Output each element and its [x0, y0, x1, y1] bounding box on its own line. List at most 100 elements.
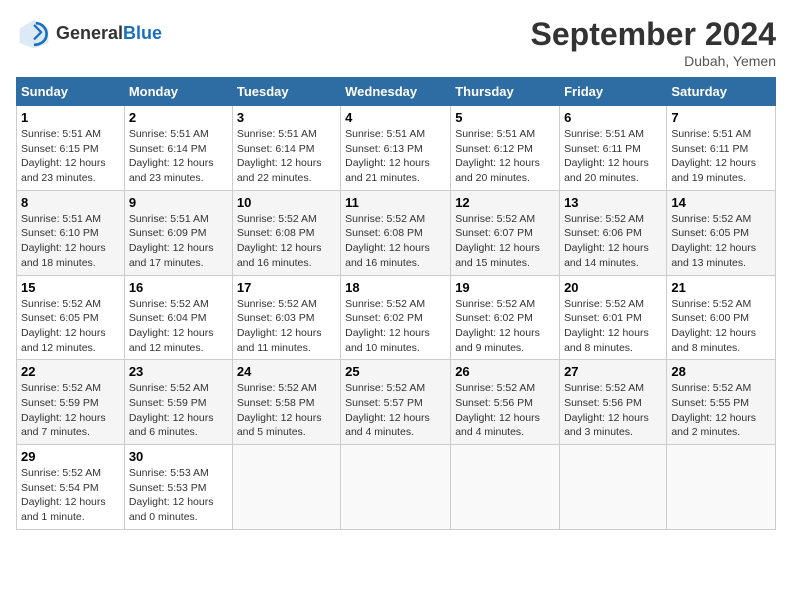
column-header-sunday: Sunday [17, 78, 125, 106]
day-number: 14 [671, 195, 771, 210]
day-number: 16 [129, 280, 228, 295]
calendar-cell: 10 Sunrise: 5:52 AMSunset: 6:08 PMDayligh… [232, 190, 340, 275]
calendar-cell: 17 Sunrise: 5:52 AMSunset: 6:03 PMDayligh… [232, 275, 340, 360]
day-number: 30 [129, 449, 228, 464]
title-block: September 2024 Dubah, Yemen [531, 16, 776, 69]
day-detail: Sunrise: 5:52 AMSunset: 6:05 PMDaylight:… [671, 212, 771, 271]
day-number: 17 [237, 280, 336, 295]
day-detail: Sunrise: 5:52 AMSunset: 6:05 PMDaylight:… [21, 297, 120, 356]
day-detail: Sunrise: 5:52 AMSunset: 6:08 PMDaylight:… [345, 212, 446, 271]
day-number: 22 [21, 364, 120, 379]
day-number: 12 [455, 195, 555, 210]
day-detail: Sunrise: 5:51 AMSunset: 6:15 PMDaylight:… [21, 127, 120, 186]
day-detail: Sunrise: 5:52 AMSunset: 5:58 PMDaylight:… [237, 381, 336, 440]
header-row: SundayMondayTuesdayWednesdayThursdayFrid… [17, 78, 776, 106]
day-number: 27 [564, 364, 662, 379]
calendar-cell: 23 Sunrise: 5:52 AMSunset: 5:59 PMDayligh… [124, 360, 232, 445]
day-detail: Sunrise: 5:51 AMSunset: 6:14 PMDaylight:… [129, 127, 228, 186]
logo-general: General [56, 23, 123, 43]
day-detail: Sunrise: 5:52 AMSunset: 5:57 PMDaylight:… [345, 381, 446, 440]
day-number: 20 [564, 280, 662, 295]
day-number: 3 [237, 110, 336, 125]
calendar-table: SundayMondayTuesdayWednesdayThursdayFrid… [16, 77, 776, 530]
calendar-cell: 26 Sunrise: 5:52 AMSunset: 5:56 PMDayligh… [451, 360, 560, 445]
day-number: 19 [455, 280, 555, 295]
day-detail: Sunrise: 5:52 AMSunset: 5:56 PMDaylight:… [455, 381, 555, 440]
calendar-cell: 9Sunrise: 5:51 AMSunset: 6:09 PMDaylight… [124, 190, 232, 275]
day-detail: Sunrise: 5:51 AMSunset: 6:11 PMDaylight:… [564, 127, 662, 186]
day-number: 6 [564, 110, 662, 125]
day-detail: Sunrise: 5:52 AMSunset: 6:04 PMDaylight:… [129, 297, 228, 356]
week-row-4: 22 Sunrise: 5:52 AMSunset: 5:59 PMDayligh… [17, 360, 776, 445]
column-header-monday: Monday [124, 78, 232, 106]
calendar-cell: 22 Sunrise: 5:52 AMSunset: 5:59 PMDayligh… [17, 360, 125, 445]
page-header: GeneralBlue September 2024 Dubah, Yemen [16, 16, 776, 69]
calendar-cell [667, 445, 776, 530]
calendar-cell: 6 Sunrise: 5:51 AMSunset: 6:11 PMDaylight… [560, 106, 667, 191]
day-number: 11 [345, 195, 446, 210]
column-header-thursday: Thursday [451, 78, 560, 106]
day-detail: Sunrise: 5:52 AMSunset: 6:01 PMDaylight:… [564, 297, 662, 356]
day-number: 23 [129, 364, 228, 379]
week-row-1: 1 Sunrise: 5:51 AMSunset: 6:15 PMDaylight… [17, 106, 776, 191]
day-number: 21 [671, 280, 771, 295]
calendar-cell: 20 Sunrise: 5:52 AMSunset: 6:01 PMDayligh… [560, 275, 667, 360]
day-detail: Sunrise: 5:52 AMSunset: 6:02 PMDaylight:… [345, 297, 446, 356]
day-number: 8 [21, 195, 120, 210]
calendar-cell: 21 Sunrise: 5:52 AMSunset: 6:00 PMDayligh… [667, 275, 776, 360]
day-number: 1 [21, 110, 120, 125]
day-number: 18 [345, 280, 446, 295]
day-number: 13 [564, 195, 662, 210]
day-number: 4 [345, 110, 446, 125]
calendar-cell [341, 445, 451, 530]
day-number: 28 [671, 364, 771, 379]
day-detail: Sunrise: 5:52 AMSunset: 6:06 PMDaylight:… [564, 212, 662, 271]
day-detail: Sunrise: 5:52 AMSunset: 5:59 PMDaylight:… [21, 381, 120, 440]
day-detail: Sunrise: 5:51 AMSunset: 6:10 PMDaylight:… [21, 212, 120, 271]
calendar-cell: 15 Sunrise: 5:52 AMSunset: 6:05 PMDayligh… [17, 275, 125, 360]
day-detail: Sunrise: 5:52 AMSunset: 6:00 PMDaylight:… [671, 297, 771, 356]
day-number: 5 [455, 110, 555, 125]
calendar-cell: 12 Sunrise: 5:52 AMSunset: 6:07 PMDayligh… [451, 190, 560, 275]
day-detail: Sunrise: 5:51 AMSunset: 6:11 PMDaylight:… [671, 127, 771, 186]
week-row-2: 8 Sunrise: 5:51 AMSunset: 6:10 PMDaylight… [17, 190, 776, 275]
calendar-cell: 5Sunrise: 5:51 AMSunset: 6:12 PMDaylight… [451, 106, 560, 191]
day-detail: Sunrise: 5:53 AMSunset: 5:53 PMDaylight:… [129, 466, 228, 525]
day-detail: Sunrise: 5:51 AMSunset: 6:13 PMDaylight:… [345, 127, 446, 186]
day-detail: Sunrise: 5:52 AMSunset: 5:59 PMDaylight:… [129, 381, 228, 440]
calendar-cell: 16 Sunrise: 5:52 AMSunset: 6:04 PMDayligh… [124, 275, 232, 360]
day-detail: Sunrise: 5:52 AMSunset: 6:02 PMDaylight:… [455, 297, 555, 356]
week-row-5: 29 Sunrise: 5:52 AMSunset: 5:54 PMDayligh… [17, 445, 776, 530]
day-detail: Sunrise: 5:52 AMSunset: 6:08 PMDaylight:… [237, 212, 336, 271]
day-detail: Sunrise: 5:52 AMSunset: 5:55 PMDaylight:… [671, 381, 771, 440]
day-detail: Sunrise: 5:52 AMSunset: 6:03 PMDaylight:… [237, 297, 336, 356]
logo-text: GeneralBlue [56, 24, 162, 44]
calendar-cell: 1 Sunrise: 5:51 AMSunset: 6:15 PMDaylight… [17, 106, 125, 191]
column-header-wednesday: Wednesday [341, 78, 451, 106]
calendar-cell [232, 445, 340, 530]
day-number: 10 [237, 195, 336, 210]
calendar-cell: 4 Sunrise: 5:51 AMSunset: 6:13 PMDaylight… [341, 106, 451, 191]
day-number: 15 [21, 280, 120, 295]
calendar-cell [560, 445, 667, 530]
calendar-cell: 14 Sunrise: 5:52 AMSunset: 6:05 PMDayligh… [667, 190, 776, 275]
calendar-cell: 2 Sunrise: 5:51 AMSunset: 6:14 PMDaylight… [124, 106, 232, 191]
calendar-cell: 25Sunrise: 5:52 AMSunset: 5:57 PMDayligh… [341, 360, 451, 445]
calendar-cell: 8 Sunrise: 5:51 AMSunset: 6:10 PMDaylight… [17, 190, 125, 275]
day-number: 2 [129, 110, 228, 125]
column-header-saturday: Saturday [667, 78, 776, 106]
calendar-cell: 18 Sunrise: 5:52 AMSunset: 6:02 PMDayligh… [341, 275, 451, 360]
calendar-cell: 19 Sunrise: 5:52 AMSunset: 6:02 PMDayligh… [451, 275, 560, 360]
calendar-cell: 24Sunrise: 5:52 AMSunset: 5:58 PMDayligh… [232, 360, 340, 445]
calendar-cell [451, 445, 560, 530]
day-number: 26 [455, 364, 555, 379]
logo: GeneralBlue [16, 16, 162, 52]
calendar-cell: 30 Sunrise: 5:53 AMSunset: 5:53 PMDayligh… [124, 445, 232, 530]
day-detail: Sunrise: 5:52 AMSunset: 6:07 PMDaylight:… [455, 212, 555, 271]
column-header-friday: Friday [560, 78, 667, 106]
calendar-cell: 7 Sunrise: 5:51 AMSunset: 6:11 PMDaylight… [667, 106, 776, 191]
day-detail: Sunrise: 5:52 AMSunset: 5:54 PMDaylight:… [21, 466, 120, 525]
day-number: 29 [21, 449, 120, 464]
day-number: 7 [671, 110, 771, 125]
column-header-tuesday: Tuesday [232, 78, 340, 106]
